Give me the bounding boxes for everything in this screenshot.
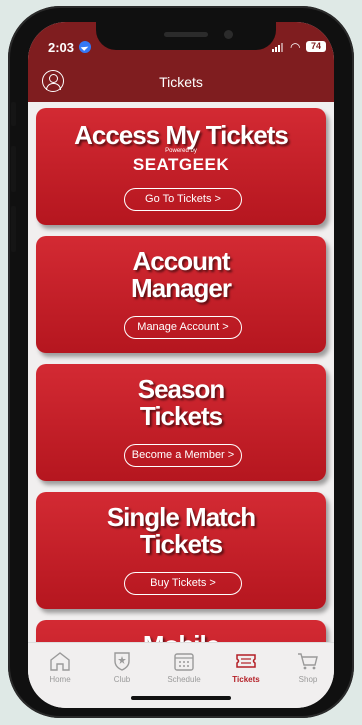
location-icon <box>79 41 91 53</box>
card-title: Single Match Tickets <box>36 492 326 558</box>
app-header: 2:03 ◠ 74 Tickets <box>28 22 334 102</box>
volume-down-button <box>11 206 16 252</box>
ticket-icon <box>236 654 256 668</box>
card-title: Account Manager <box>36 236 326 302</box>
card-title-line: Manager <box>131 273 232 303</box>
single-match-tickets-card[interactable]: Single Match Tickets Buy Tickets > <box>36 492 326 609</box>
tab-shop[interactable]: Shop <box>280 651 334 684</box>
status-time: 2:03 <box>48 40 75 55</box>
signal-icon <box>272 43 283 52</box>
tab-label: Shop <box>298 675 318 684</box>
tab-label: Tickets <box>232 675 260 684</box>
account-manager-card[interactable]: Account Manager Manage Account > <box>36 236 326 353</box>
become-a-member-button[interactable]: Become a Member > <box>124 444 242 467</box>
camera <box>224 30 233 39</box>
tab-club[interactable]: Club <box>94 651 150 684</box>
buy-tickets-button[interactable]: Buy Tickets > <box>124 572 242 595</box>
powered-by-label: Powered by <box>165 148 197 154</box>
club-crest-icon <box>114 652 130 671</box>
page-title: Tickets <box>159 74 203 90</box>
volume-up-button <box>11 146 16 192</box>
go-to-tickets-button[interactable]: Go To Tickets > <box>124 188 242 211</box>
tab-label: Home <box>49 675 71 684</box>
card-title-line: Tickets <box>139 529 223 559</box>
wifi-icon: ◠ <box>290 40 301 54</box>
mobile-card[interactable]: Mobile <box>36 620 326 642</box>
manage-account-button[interactable]: Manage Account > <box>124 316 242 339</box>
card-title-line: Tickets <box>139 401 223 431</box>
card-title: Access My Tickets <box>74 120 289 150</box>
card-title-line: Account <box>132 246 231 276</box>
speaker <box>164 32 208 37</box>
tab-label: Schedule <box>167 675 201 684</box>
access-my-tickets-card[interactable]: Access My Tickets Powered by SEATGEEK Go… <box>36 108 326 225</box>
home-indicator[interactable] <box>131 696 231 700</box>
tab-home[interactable]: Home <box>32 651 88 684</box>
calendar-icon <box>174 653 194 671</box>
app-screen: 2:03 ◠ 74 Tickets Access My Tickets Powe… <box>28 22 334 708</box>
tab-label: Club <box>113 675 131 684</box>
seatgeek-logo: SEATGEEK <box>132 155 230 174</box>
tab-schedule[interactable]: Schedule <box>156 651 212 684</box>
tab-tickets[interactable]: Tickets <box>218 651 274 684</box>
tickets-list[interactable]: Access My Tickets Powered by SEATGEEK Go… <box>28 102 334 642</box>
card-title: Mobile <box>36 620 326 643</box>
home-icon <box>50 652 70 671</box>
card-title-line: Season <box>137 374 226 404</box>
battery-icon: 74 <box>306 41 326 52</box>
card-title-line: Single Match <box>106 502 256 532</box>
notch <box>96 22 276 50</box>
cart-icon <box>298 653 318 670</box>
card-title: Season Tickets <box>36 364 326 430</box>
mute-switch <box>11 102 16 126</box>
season-tickets-card[interactable]: Season Tickets Become a Member > <box>36 364 326 481</box>
